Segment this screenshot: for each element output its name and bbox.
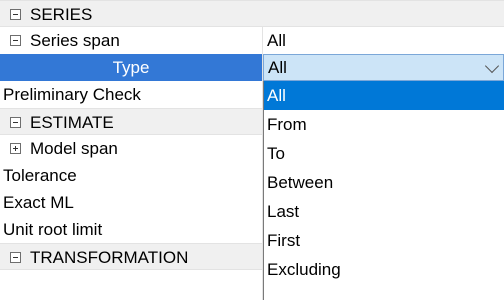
dropdown-option[interactable]: From <box>264 110 504 139</box>
category-series-label: SERIES <box>30 5 93 24</box>
dropdown-option[interactable]: To <box>264 139 504 168</box>
collapse-icon[interactable] <box>10 117 21 128</box>
dropdown-option[interactable]: All <box>264 81 504 110</box>
collapse-icon[interactable] <box>10 9 21 20</box>
category-estimate[interactable]: ESTIMATE <box>0 108 263 135</box>
property-series-span-value[interactable]: All <box>267 27 504 54</box>
collapse-icon[interactable] <box>10 35 21 46</box>
dropdown-option[interactable]: Last <box>264 197 504 226</box>
dropdown-option[interactable]: First <box>264 226 504 255</box>
property-unit-root-limit[interactable]: Unit root limit <box>0 216 263 243</box>
expand-icon[interactable] <box>10 143 21 154</box>
dropdown-option[interactable]: Between <box>264 168 504 197</box>
property-model-span[interactable]: Model span <box>0 135 263 162</box>
property-unit-root-limit-name: Unit root limit <box>3 220 103 239</box>
category-transformation[interactable]: TRANSFORMATION <box>0 243 263 270</box>
property-series-span[interactable]: Series span All <box>0 27 504 54</box>
dropdown-option[interactable]: Excluding <box>264 255 504 284</box>
property-tolerance[interactable]: Tolerance <box>0 162 263 189</box>
property-exact-ml-name: Exact ML <box>3 193 74 212</box>
property-exact-ml[interactable]: Exact ML <box>0 189 263 216</box>
property-tolerance-name: Tolerance <box>3 166 77 185</box>
collapse-icon[interactable] <box>10 252 21 263</box>
category-transformation-label: TRANSFORMATION <box>30 248 189 267</box>
chevron-down-icon[interactable] <box>484 58 500 74</box>
type-combobox[interactable]: All <box>263 54 504 81</box>
category-estimate-label: ESTIMATE <box>30 113 114 132</box>
property-type-name: Type <box>0 54 262 81</box>
property-series-span-name: Series span <box>30 31 120 50</box>
property-grid: SERIES Series span All Type Preliminary … <box>0 0 504 300</box>
type-combobox-value: All <box>268 58 287 77</box>
category-series[interactable]: SERIES <box>0 0 504 27</box>
property-model-span-name: Model span <box>30 139 118 158</box>
type-dropdown-list: All From To Between Last First Excluding <box>263 81 504 300</box>
property-preliminary-check-name: Preliminary Check <box>3 85 141 104</box>
